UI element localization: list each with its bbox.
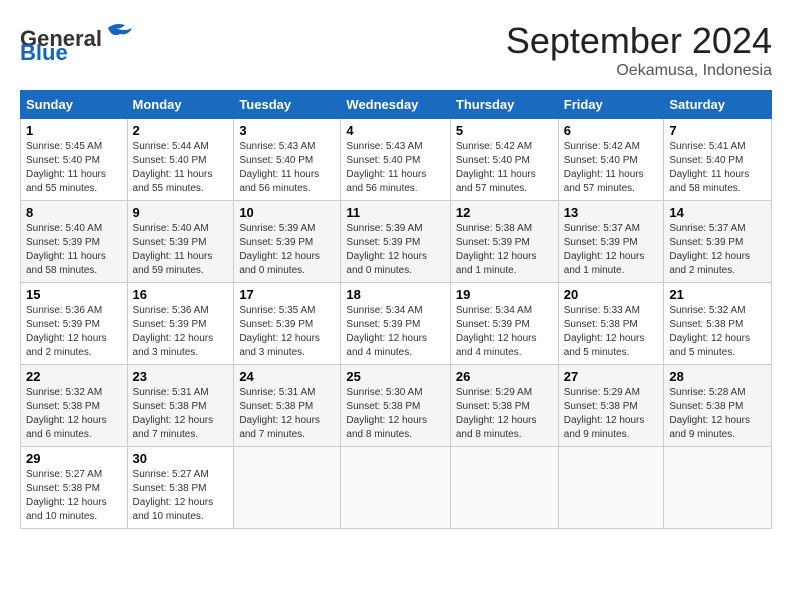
day-10: 10 Sunrise: 5:39 AMSunset: 5:39 PMDaylig… [234, 201, 341, 283]
logo-icon: General Blue [20, 20, 140, 60]
week-2: 8 Sunrise: 5:40 AMSunset: 5:39 PMDayligh… [21, 201, 772, 283]
header-tuesday: Tuesday [234, 91, 341, 119]
title-block: September 2024 Oekamusa, Indonesia [506, 20, 772, 80]
empty-cell-4 [558, 447, 664, 529]
location: Oekamusa, Indonesia [506, 62, 772, 80]
empty-cell-1 [234, 447, 341, 529]
day-23: 23 Sunrise: 5:31 AMSunset: 5:38 PMDaylig… [127, 365, 234, 447]
day-5: 5 Sunrise: 5:42 AMSunset: 5:40 PMDayligh… [450, 119, 558, 201]
logo: General Blue [20, 20, 140, 60]
day-18: 18 Sunrise: 5:34 AMSunset: 5:39 PMDaylig… [341, 283, 450, 365]
day-4: 4 Sunrise: 5:43 AMSunset: 5:40 PMDayligh… [341, 119, 450, 201]
day-21: 21 Sunrise: 5:32 AMSunset: 5:38 PMDaylig… [664, 283, 772, 365]
header-saturday: Saturday [664, 91, 772, 119]
header-monday: Monday [127, 91, 234, 119]
day-14: 14 Sunrise: 5:37 AMSunset: 5:39 PMDaylig… [664, 201, 772, 283]
page-header: General Blue September 2024 Oekamusa, In… [20, 20, 772, 80]
week-3: 15 Sunrise: 5:36 AMSunset: 5:39 PMDaylig… [21, 283, 772, 365]
header-thursday: Thursday [450, 91, 558, 119]
weekday-header-row: Sunday Monday Tuesday Wednesday Thursday… [21, 91, 772, 119]
header-wednesday: Wednesday [341, 91, 450, 119]
day-13: 13 Sunrise: 5:37 AMSunset: 5:39 PMDaylig… [558, 201, 664, 283]
day-8: 8 Sunrise: 5:40 AMSunset: 5:39 PMDayligh… [21, 201, 128, 283]
day-9: 9 Sunrise: 5:40 AMSunset: 5:39 PMDayligh… [127, 201, 234, 283]
day-28: 28 Sunrise: 5:28 AMSunset: 5:38 PMDaylig… [664, 365, 772, 447]
day-29: 29 Sunrise: 5:27 AMSunset: 5:38 PMDaylig… [21, 447, 128, 529]
week-5: 29 Sunrise: 5:27 AMSunset: 5:38 PMDaylig… [21, 447, 772, 529]
day-1: 1 Sunrise: 5:45 AMSunset: 5:40 PMDayligh… [21, 119, 128, 201]
svg-text:Blue: Blue [20, 40, 68, 60]
header-sunday: Sunday [21, 91, 128, 119]
day-12: 12 Sunrise: 5:38 AMSunset: 5:39 PMDaylig… [450, 201, 558, 283]
empty-cell-5 [664, 447, 772, 529]
empty-cell-3 [450, 447, 558, 529]
day-20: 20 Sunrise: 5:33 AMSunset: 5:38 PMDaylig… [558, 283, 664, 365]
day-24: 24 Sunrise: 5:31 AMSunset: 5:38 PMDaylig… [234, 365, 341, 447]
day-3: 3 Sunrise: 5:43 AMSunset: 5:40 PMDayligh… [234, 119, 341, 201]
day-17: 17 Sunrise: 5:35 AMSunset: 5:39 PMDaylig… [234, 283, 341, 365]
day-25: 25 Sunrise: 5:30 AMSunset: 5:38 PMDaylig… [341, 365, 450, 447]
day-26: 26 Sunrise: 5:29 AMSunset: 5:38 PMDaylig… [450, 365, 558, 447]
day-11: 11 Sunrise: 5:39 AMSunset: 5:39 PMDaylig… [341, 201, 450, 283]
header-friday: Friday [558, 91, 664, 119]
day-19: 19 Sunrise: 5:34 AMSunset: 5:39 PMDaylig… [450, 283, 558, 365]
week-4: 22 Sunrise: 5:32 AMSunset: 5:38 PMDaylig… [21, 365, 772, 447]
day-15: 15 Sunrise: 5:36 AMSunset: 5:39 PMDaylig… [21, 283, 128, 365]
day-16: 16 Sunrise: 5:36 AMSunset: 5:39 PMDaylig… [127, 283, 234, 365]
day-30: 30 Sunrise: 5:27 AMSunset: 5:38 PMDaylig… [127, 447, 234, 529]
month-title: September 2024 [506, 20, 772, 62]
day-6: 6 Sunrise: 5:42 AMSunset: 5:40 PMDayligh… [558, 119, 664, 201]
day-22: 22 Sunrise: 5:32 AMSunset: 5:38 PMDaylig… [21, 365, 128, 447]
day-2: 2 Sunrise: 5:44 AMSunset: 5:40 PMDayligh… [127, 119, 234, 201]
week-1: 1 Sunrise: 5:45 AMSunset: 5:40 PMDayligh… [21, 119, 772, 201]
day-7: 7 Sunrise: 5:41 AMSunset: 5:40 PMDayligh… [664, 119, 772, 201]
day-27: 27 Sunrise: 5:29 AMSunset: 5:38 PMDaylig… [558, 365, 664, 447]
empty-cell-2 [341, 447, 450, 529]
calendar-table: Sunday Monday Tuesday Wednesday Thursday… [20, 90, 772, 529]
